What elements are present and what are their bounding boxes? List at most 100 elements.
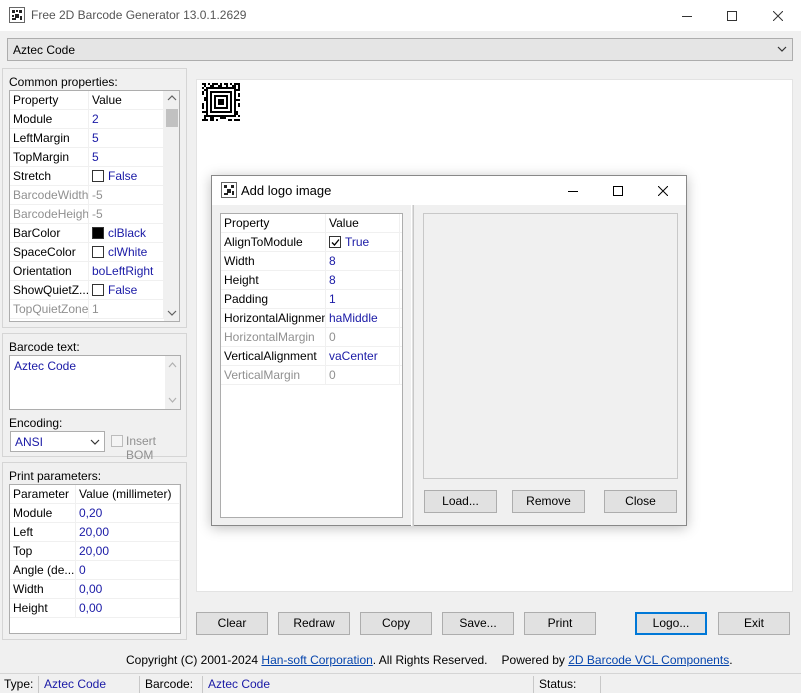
- title-bar: Free 2D Barcode Generator 13.0.1.2629: [0, 0, 801, 31]
- property-value[interactable]: 2: [89, 110, 164, 129]
- parameter-value[interactable]: 20,00: [76, 523, 180, 542]
- encoding-select[interactable]: ANSI: [10, 431, 105, 452]
- table-row[interactable]: Angle (de... 0: [10, 561, 180, 580]
- vertical-scrollbar[interactable]: [164, 91, 179, 321]
- table-row[interactable]: TopMargin 5: [10, 148, 179, 167]
- print-parameters-group: Print parameters: Parameter Value (milli…: [2, 462, 187, 640]
- property-name: Padding: [221, 290, 326, 309]
- property-value[interactable]: clWhite: [89, 243, 164, 262]
- property-value[interactable]: 8: [326, 271, 400, 290]
- parameter-value[interactable]: 0: [76, 561, 180, 580]
- common-properties-grid[interactable]: Property Value Module 2 LeftMargin 5 Top…: [9, 90, 180, 322]
- table-row[interactable]: TopQuietZone 1: [10, 300, 179, 319]
- barcode-text-value: Aztec Code: [14, 359, 77, 373]
- maximize-button[interactable]: [709, 0, 755, 31]
- barcode-app-icon: [221, 182, 237, 198]
- table-row[interactable]: Left 20,00: [10, 523, 180, 542]
- property-value[interactable]: 5: [89, 129, 164, 148]
- table-row[interactable]: Stretch False: [10, 167, 179, 186]
- property-value[interactable]: False: [89, 167, 164, 186]
- property-value[interactable]: haMiddle: [326, 309, 400, 328]
- property-value[interactable]: 5: [89, 148, 164, 167]
- parameter-value[interactable]: 20,00: [76, 542, 180, 561]
- table-row[interactable]: Height 0,00: [10, 599, 180, 618]
- dialog-close-button[interactable]: [640, 176, 686, 205]
- dialog-minimize-button[interactable]: [550, 176, 596, 205]
- property-value[interactable]: False: [89, 281, 164, 300]
- property-value[interactable]: clBlack: [89, 224, 164, 243]
- table-row[interactable]: Padding 1: [221, 290, 402, 309]
- header-property: Property: [10, 91, 89, 110]
- print-parameters-grid[interactable]: Parameter Value (millimeter) Module 0,20…: [9, 484, 181, 634]
- property-name: BarcodeHeight: [10, 205, 89, 224]
- company-link[interactable]: Han-soft Corporation: [261, 653, 372, 667]
- property-value[interactable]: boLeftRight: [89, 262, 164, 281]
- barcode-text-input[interactable]: Aztec Code: [9, 355, 181, 410]
- table-row[interactable]: BarcodeWidth -5: [10, 186, 179, 205]
- print-button[interactable]: Print: [524, 612, 596, 635]
- grid-header: Property Value: [221, 214, 402, 233]
- minimize-button[interactable]: [664, 0, 710, 31]
- components-link[interactable]: 2D Barcode VCL Components: [568, 653, 729, 667]
- close-button[interactable]: Close: [604, 490, 677, 513]
- property-name: TopMargin: [10, 148, 89, 167]
- property-value[interactable]: 1: [326, 290, 400, 309]
- table-row[interactable]: BarColor clBlack: [10, 224, 179, 243]
- clear-button[interactable]: Clear: [196, 612, 268, 635]
- redraw-button[interactable]: Redraw: [278, 612, 350, 635]
- insert-bom-checkbox[interactable]: [111, 435, 123, 447]
- chevron-down-icon[interactable]: [167, 309, 177, 317]
- property-value[interactable]: True: [326, 233, 400, 252]
- chevron-down-icon[interactable]: [168, 396, 177, 404]
- table-row[interactable]: HorizontalAlignment haMiddle: [221, 309, 402, 328]
- add-logo-dialog[interactable]: Add logo image Property Value AlignToMod…: [211, 175, 687, 526]
- header-property: Property: [221, 214, 326, 233]
- stretch-checkbox[interactable]: [92, 170, 104, 182]
- property-value[interactable]: vaCenter: [326, 347, 400, 366]
- table-row[interactable]: Orientation boLeftRight: [10, 262, 179, 281]
- table-row[interactable]: LeftMargin 5: [10, 129, 179, 148]
- table-row[interactable]: Module 2: [10, 110, 179, 129]
- aztec-barcode-image: [202, 83, 240, 121]
- table-row[interactable]: Top 20,00: [10, 542, 180, 561]
- barcode-type-select[interactable]: Aztec Code: [7, 38, 793, 61]
- bar-color-swatch: [92, 227, 104, 239]
- property-value: 0: [326, 328, 400, 347]
- property-name: HorizontalMargin: [221, 328, 326, 347]
- dialog-maximize-button[interactable]: [595, 176, 641, 205]
- exit-button[interactable]: Exit: [718, 612, 790, 635]
- remove-button[interactable]: Remove: [512, 490, 585, 513]
- table-row[interactable]: VerticalMargin 0: [221, 366, 402, 385]
- close-button[interactable]: [755, 0, 801, 31]
- table-row[interactable]: Height 8: [221, 271, 402, 290]
- status-type-value: Aztec Code: [44, 677, 107, 691]
- table-row[interactable]: SpaceColor clWhite: [10, 243, 179, 262]
- save-button[interactable]: Save...: [442, 612, 514, 635]
- align-to-module-checkbox[interactable]: [329, 236, 341, 248]
- scrollbar-thumb[interactable]: [166, 109, 178, 127]
- table-row[interactable]: HorizontalMargin 0: [221, 328, 402, 347]
- logo-button[interactable]: Logo...: [635, 612, 707, 635]
- parameter-value[interactable]: 0,20: [76, 504, 180, 523]
- parameter-value[interactable]: 0,00: [76, 599, 180, 618]
- copy-button[interactable]: Copy: [360, 612, 432, 635]
- logo-properties-grid[interactable]: Property Value AlignToModule True Width …: [220, 213, 403, 518]
- chevron-up-icon[interactable]: [168, 361, 177, 369]
- table-row[interactable]: Module 0,20: [10, 504, 180, 523]
- splitter[interactable]: [411, 205, 414, 526]
- grid-header: Parameter Value (millimeter): [10, 485, 180, 504]
- quiet-zone-checkbox[interactable]: [92, 284, 104, 296]
- parameter-value[interactable]: 0,00: [76, 580, 180, 599]
- table-row[interactable]: Width 0,00: [10, 580, 180, 599]
- table-row[interactable]: VerticalAlignment vaCenter: [221, 347, 402, 366]
- property-value[interactable]: 8: [326, 252, 400, 271]
- text-scrollbar[interactable]: [165, 356, 180, 409]
- chevron-down-icon: [90, 439, 100, 445]
- table-row[interactable]: BarcodeHeight -5: [10, 205, 179, 224]
- chevron-up-icon[interactable]: [167, 94, 177, 102]
- logo-preview-area: [423, 213, 678, 479]
- load-button[interactable]: Load...: [424, 490, 497, 513]
- table-row[interactable]: AlignToModule True: [221, 233, 402, 252]
- table-row[interactable]: ShowQuietZ... False: [10, 281, 179, 300]
- table-row[interactable]: Width 8: [221, 252, 402, 271]
